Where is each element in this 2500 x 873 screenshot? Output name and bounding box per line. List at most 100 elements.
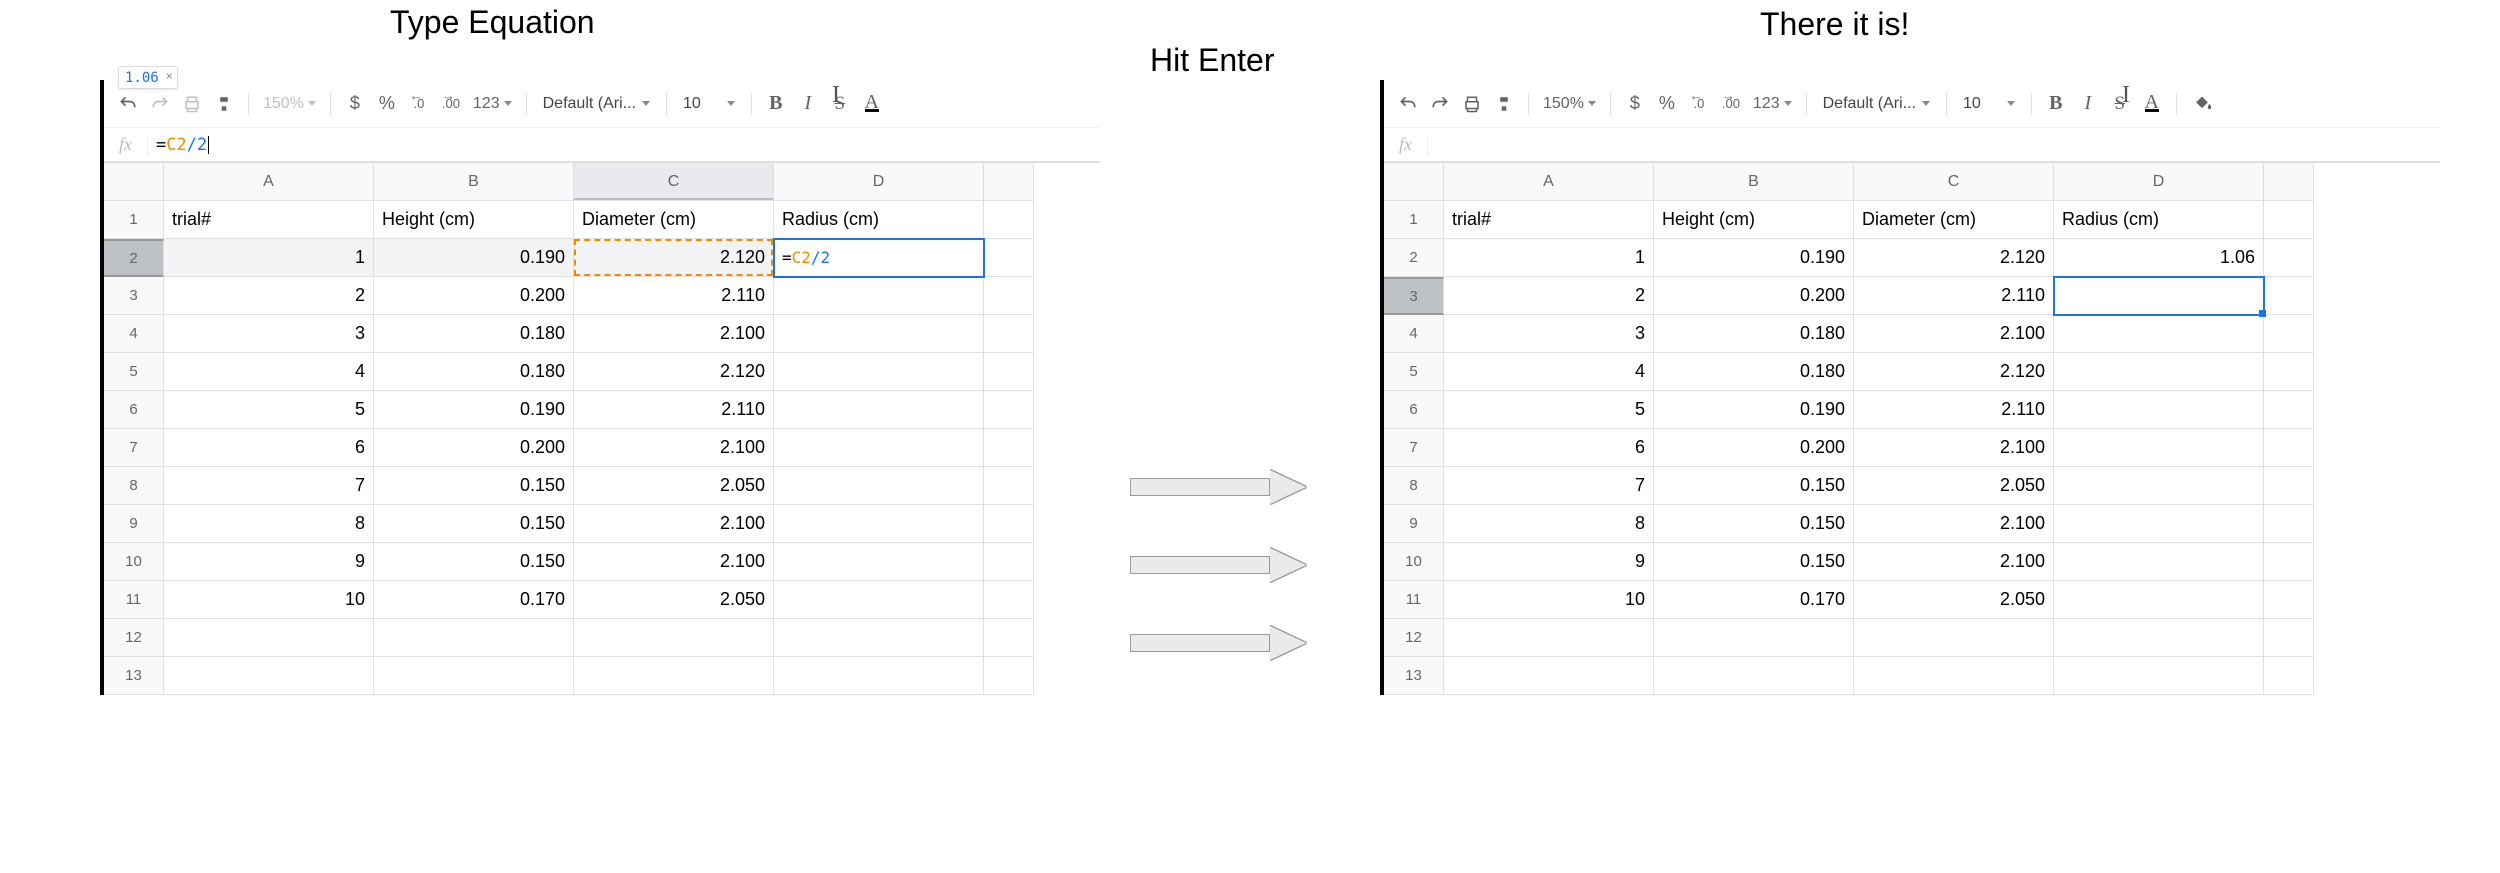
cell-C3[interactable]: 2.110	[574, 277, 774, 315]
cell-B7[interactable]: 0.200	[1654, 429, 1854, 467]
cell-B6[interactable]: 0.190	[374, 391, 574, 429]
format-percent-button[interactable]: %	[373, 88, 401, 120]
cell-A7[interactable]: 6	[164, 429, 374, 467]
cell-D3[interactable]	[774, 277, 984, 315]
cell-C9[interactable]: 2.100	[1854, 505, 2054, 543]
cell-B1[interactable]: Height (cm)	[374, 201, 574, 239]
inc-decimal-button[interactable]: →.00	[437, 88, 465, 120]
cell-C6[interactable]: 2.110	[574, 391, 774, 429]
cell-A13[interactable]	[164, 657, 374, 695]
row-header-5[interactable]: 5	[1384, 353, 1444, 391]
cell-A12[interactable]	[164, 619, 374, 657]
number-format-dropdown[interactable]: 123	[469, 95, 516, 113]
font-size-dropdown[interactable]: 10	[1957, 95, 2021, 113]
row-header-3[interactable]: 3	[104, 277, 164, 315]
cell-C12[interactable]	[1854, 619, 2054, 657]
col-header-D[interactable]: D	[774, 163, 984, 201]
cell-D1[interactable]: Radius (cm)	[2054, 201, 2264, 239]
cell-D7[interactable]	[2054, 429, 2264, 467]
cell-B8[interactable]: 0.150	[1654, 467, 1854, 505]
cell-B12[interactable]	[374, 619, 574, 657]
cell-B2[interactable]: 0.190	[1654, 239, 1854, 277]
row-header-1[interactable]: 1	[104, 201, 164, 239]
cell-C9[interactable]: 2.100	[574, 505, 774, 543]
row-header-2[interactable]: 2	[1384, 239, 1444, 277]
cell-B9[interactable]: 0.150	[374, 505, 574, 543]
row-header-11[interactable]: 11	[1384, 581, 1444, 619]
dec-decimal-button[interactable]: ←.0	[405, 88, 433, 120]
cell-B8[interactable]: 0.150	[374, 467, 574, 505]
cell-A9[interactable]: 8	[164, 505, 374, 543]
inc-decimal-button[interactable]: →.00	[1717, 88, 1745, 120]
col-header-C[interactable]: C	[1854, 163, 2054, 201]
chip-close-icon[interactable]: ×	[166, 69, 173, 83]
row-header-11[interactable]: 11	[104, 581, 164, 619]
cell-A8[interactable]: 7	[164, 467, 374, 505]
cell-C10[interactable]: 2.100	[1854, 543, 2054, 581]
cell-B1[interactable]: Height (cm)	[1654, 201, 1854, 239]
zoom-dropdown[interactable]: 150%	[259, 95, 320, 113]
cell-C12[interactable]	[574, 619, 774, 657]
cell-D6[interactable]	[774, 391, 984, 429]
cell-C8[interactable]: 2.050	[1854, 467, 2054, 505]
cell-A8[interactable]: 7	[1444, 467, 1654, 505]
cell-B11[interactable]: 0.170	[374, 581, 574, 619]
cell-A1[interactable]: trial#	[1444, 201, 1654, 239]
cell-B9[interactable]: 0.150	[1654, 505, 1854, 543]
cell-D10[interactable]	[774, 543, 984, 581]
cell-C3[interactable]: 2.110	[1854, 277, 2054, 315]
cell-D13[interactable]	[2054, 657, 2264, 695]
cell-D8[interactable]	[774, 467, 984, 505]
row-header-4[interactable]: 4	[104, 315, 164, 353]
cell-D5[interactable]	[2054, 353, 2264, 391]
cell-A3[interactable]: 2	[1444, 277, 1654, 315]
cell-C7[interactable]: 2.100	[574, 429, 774, 467]
strikethrough-button[interactable]: S	[2106, 88, 2134, 120]
row-header-10[interactable]: 10	[1384, 543, 1444, 581]
cell-A7[interactable]: 6	[1444, 429, 1654, 467]
cell-C11[interactable]: 2.050	[1854, 581, 2054, 619]
undo-icon[interactable]: 1.06×	[114, 88, 142, 120]
cell-D13[interactable]	[774, 657, 984, 695]
cell-B6[interactable]: 0.190	[1654, 391, 1854, 429]
spreadsheet-grid[interactable]: ABCD1trial#Height (cm)Diameter (cm)Radiu…	[1384, 162, 2440, 695]
col-header-A[interactable]: A	[164, 163, 374, 201]
format-currency-button[interactable]: $	[341, 88, 369, 120]
col-header-B[interactable]: B	[1654, 163, 1854, 201]
cell-A13[interactable]	[1444, 657, 1654, 695]
strikethrough-button[interactable]: S	[826, 88, 854, 120]
col-header-A[interactable]: A	[1444, 163, 1654, 201]
cell-A3[interactable]: 2	[164, 277, 374, 315]
undo-icon[interactable]	[1394, 88, 1422, 120]
cell-D4[interactable]	[774, 315, 984, 353]
cell-C1[interactable]: Diameter (cm)	[574, 201, 774, 239]
cell-D7[interactable]	[774, 429, 984, 467]
row-header-2[interactable]: 2	[104, 239, 164, 277]
cell-B13[interactable]	[374, 657, 574, 695]
cell-C13[interactable]	[1854, 657, 2054, 695]
cell-A12[interactable]	[1444, 619, 1654, 657]
cell-A10[interactable]: 9	[1444, 543, 1654, 581]
cell-B3[interactable]: 0.200	[1654, 277, 1854, 315]
row-header-7[interactable]: 7	[104, 429, 164, 467]
cell-A6[interactable]: 5	[1444, 391, 1654, 429]
row-header-8[interactable]: 8	[1384, 467, 1444, 505]
paint-format-icon[interactable]	[210, 88, 238, 120]
fill-color-button[interactable]	[2187, 88, 2217, 120]
row-header-4[interactable]: 4	[1384, 315, 1444, 353]
paint-format-icon[interactable]	[1490, 88, 1518, 120]
cell-C4[interactable]: 2.100	[574, 315, 774, 353]
text-color-button[interactable]: A	[858, 88, 886, 120]
cell-C2[interactable]: 2.120	[574, 239, 774, 277]
zoom-dropdown[interactable]: 150%	[1539, 95, 1600, 113]
cell-A6[interactable]: 5	[164, 391, 374, 429]
cell-B5[interactable]: 0.180	[374, 353, 574, 391]
bold-button[interactable]: B	[762, 88, 790, 120]
cell-B4[interactable]: 0.180	[374, 315, 574, 353]
cell-D2[interactable]: =C2/2	[774, 239, 984, 277]
cell-B5[interactable]: 0.180	[1654, 353, 1854, 391]
cell-C11[interactable]: 2.050	[574, 581, 774, 619]
cell-C13[interactable]	[574, 657, 774, 695]
cell-C5[interactable]: 2.120	[574, 353, 774, 391]
print-icon[interactable]	[178, 88, 206, 120]
